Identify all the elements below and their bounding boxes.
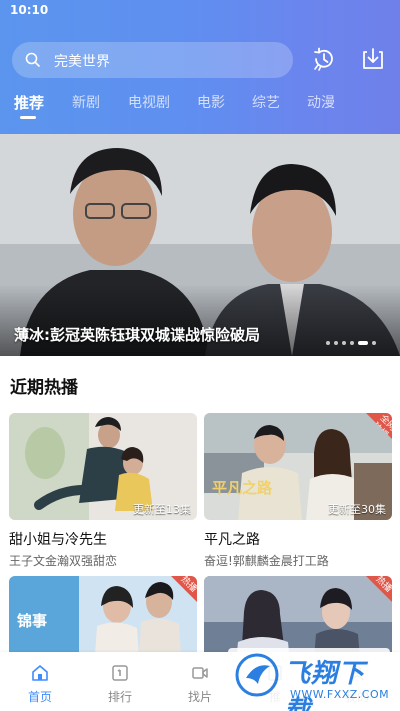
svg-text:平凡之路: 平凡之路 [212, 479, 273, 497]
nav-find-film[interactable]: 找片 [165, 652, 235, 711]
banner-dot [342, 341, 346, 345]
watermark-logo-icon [235, 653, 279, 697]
banner-pagination [326, 341, 376, 345]
tab-variety[interactable]: 综艺 [252, 92, 280, 112]
tab-recommend[interactable]: 推荐 [14, 92, 44, 113]
drama-card[interactable]: 平凡之路 全网独播 更新至30集 平凡之路 奋逗!郭麒麟金晨打工路 [204, 413, 392, 569]
status-time: 10:10 [10, 3, 49, 17]
banner-dot [350, 341, 354, 345]
active-tab-indicator [20, 116, 36, 119]
nav-home[interactable]: 首页 [5, 652, 75, 711]
banner-image [0, 134, 400, 356]
banner-dot [372, 341, 376, 345]
drama-poster: 平凡之路 全网独播 更新至30集 [204, 413, 392, 520]
tab-movies[interactable]: 电影 [197, 92, 225, 112]
svg-text:锦事: 锦事 [17, 612, 47, 630]
drama-title: 甜小姐与冷先生 [9, 532, 107, 548]
film-icon [192, 667, 208, 679]
tab-anime[interactable]: 动漫 [307, 92, 335, 112]
banner-caption: 薄冰:彭冠英陈钰琪双城谍战惊险破局 [14, 326, 261, 344]
search-placeholder: 完美世界 [54, 54, 110, 70]
watermark-title: 飞翔下载 [284, 659, 366, 711]
tab-tv-series[interactable]: 电视剧 [128, 92, 170, 112]
watermark: 飞翔下载 WWW.FXXZ.COM [228, 648, 390, 711]
history-icon[interactable] [309, 44, 339, 74]
episode-badge: 更新至30集 [328, 503, 386, 516]
nav-label: 排行 [107, 690, 132, 704]
nav-ranking[interactable]: 排行 [85, 652, 155, 711]
hero-banner[interactable]: 薄冰:彭冠英陈钰琪双城谍战惊险破局 [0, 134, 400, 356]
nav-label: 首页 [27, 690, 52, 704]
tab-new-series[interactable]: 新剧 [72, 92, 100, 112]
episode-badge: 更新至13集 [133, 503, 191, 516]
section-title: 近期热播 [10, 378, 78, 398]
search-icon [25, 52, 40, 67]
drama-title: 平凡之路 [204, 532, 260, 548]
drama-poster: 更新至13集 [9, 413, 197, 520]
search-input[interactable]: 完美世界 [12, 42, 293, 78]
drama-subtitle: 奋逗!郭麒麟金晨打工路 [204, 554, 329, 568]
category-tabs: 推荐 新剧 电视剧 电影 综艺 动漫 [0, 92, 400, 124]
drama-card[interactable]: 更新至13集 甜小姐与冷先生 王子文金瀚双强甜恋 [9, 413, 197, 569]
banner-dot-active [358, 341, 368, 345]
nav-label: 找片 [187, 690, 212, 704]
drama-subtitle: 王子文金瀚双强甜恋 [9, 554, 118, 568]
watermark-url: WWW.FXXZ.COM [290, 688, 390, 701]
ranking-icon [112, 665, 128, 681]
banner-dot [326, 341, 330, 345]
download-icon[interactable] [358, 44, 388, 74]
home-icon [32, 665, 48, 681]
banner-dot [334, 341, 338, 345]
